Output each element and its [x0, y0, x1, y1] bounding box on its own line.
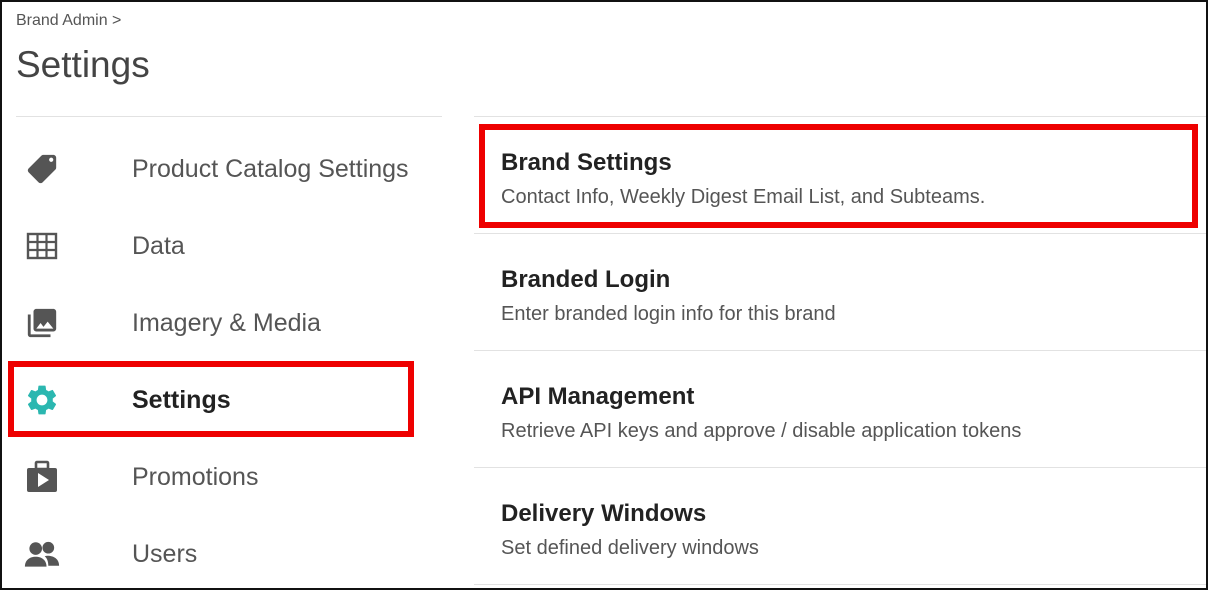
tag-icon: [24, 151, 60, 187]
briefcase-play-icon: [24, 459, 60, 495]
sidebar-item-label: Data: [132, 231, 185, 260]
photo-library-icon: [24, 305, 60, 341]
setting-description: Enter branded login info for this brand: [501, 303, 836, 325]
setting-description: Contact Info, Weekly Digest Email List, …: [501, 186, 986, 208]
breadcrumb[interactable]: Brand Admin >: [16, 12, 121, 30]
gear-icon: [24, 382, 60, 418]
sidebar-item-data[interactable]: Data: [16, 211, 442, 281]
setting-row-brand-settings[interactable]: Brand Settings Contact Info, Weekly Dige…: [474, 116, 1206, 233]
setting-row-api-management[interactable]: API Management Retrieve API keys and app…: [474, 350, 1206, 467]
sidebar-nav: Product Catalog Settings Data Imagery & …: [16, 116, 442, 568]
sidebar-item-label: Imagery & Media: [132, 308, 321, 337]
setting-title: Branded Login: [501, 266, 671, 293]
sidebar-item-product-catalog-settings[interactable]: Product Catalog Settings: [16, 134, 442, 204]
sidebar-item-imagery-media[interactable]: Imagery & Media: [16, 288, 442, 358]
setting-description: Set defined delivery windows: [501, 537, 759, 559]
setting-row-branded-login[interactable]: Branded Login Enter branded login info f…: [474, 233, 1206, 350]
setting-row-delivery-windows[interactable]: Delivery Windows Set defined delivery wi…: [474, 467, 1206, 584]
sidebar-item-promotions[interactable]: Promotions: [16, 442, 442, 512]
sidebar-item-label: Product Catalog Settings: [132, 154, 409, 183]
sidebar-item-label: Settings: [132, 385, 231, 414]
sidebar-item-settings[interactable]: Settings: [16, 365, 442, 435]
setting-title: Brand Settings: [501, 149, 672, 176]
page-title: Settings: [16, 44, 150, 85]
setting-description: Retrieve API keys and approve / disable …: [501, 420, 1022, 442]
sidebar-item-label: Promotions: [132, 462, 259, 491]
sidebar-item-users[interactable]: Users: [16, 519, 442, 588]
list-divider: [474, 584, 1206, 585]
setting-title: API Management: [501, 383, 695, 410]
table-icon: [24, 228, 60, 264]
sidebar-item-label: Users: [132, 539, 198, 568]
users-icon: [24, 536, 60, 572]
window-frame: Brand Admin > Settings Product Catalog S…: [0, 0, 1208, 590]
setting-title: Delivery Windows: [501, 500, 707, 527]
